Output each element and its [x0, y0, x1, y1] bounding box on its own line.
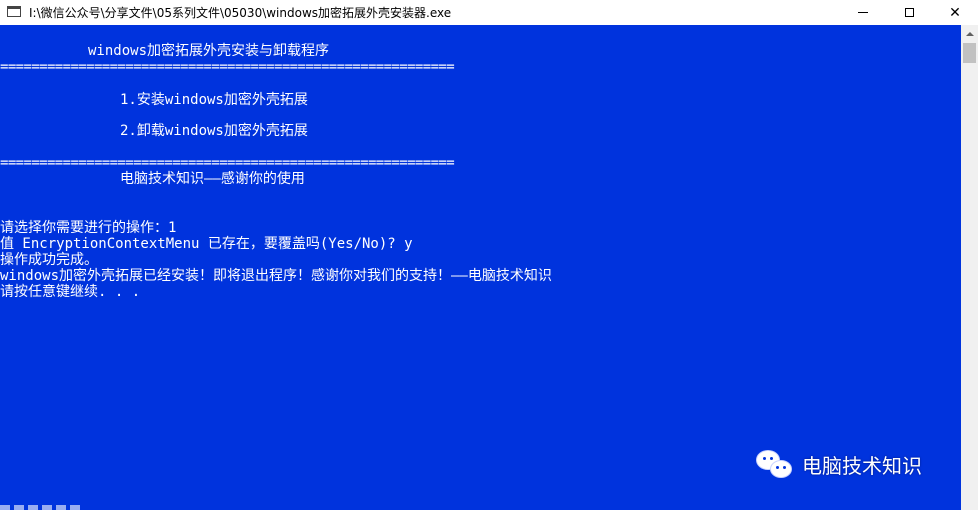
- vertical-scrollbar[interactable]: [961, 25, 978, 510]
- bottom-text-fragment: [0, 505, 80, 510]
- footer-thanks: 电脑技术知识——感谢你的使用: [120, 171, 305, 187]
- separator-bottom: ========================================…: [0, 155, 455, 171]
- title-bar[interactable]: I:\微信公众号\分享文件\05系列文件\05030\windows加密拓展外壳…: [0, 0, 978, 25]
- minimize-icon: [858, 12, 868, 13]
- window-title: I:\微信公众号\分享文件\05系列文件\05030\windows加密拓展外壳…: [29, 6, 452, 20]
- wechat-icon: [756, 448, 796, 480]
- maximize-icon: [904, 8, 914, 17]
- menu-option-uninstall: 2.卸载windows加密外壳拓展: [120, 123, 308, 139]
- watermark-text: 电脑技术知识: [802, 453, 922, 478]
- maximize-button[interactable]: [886, 0, 932, 25]
- close-icon: ✕: [949, 4, 961, 21]
- separator-top: ========================================…: [0, 59, 455, 75]
- minimize-button[interactable]: [840, 0, 886, 25]
- overwrite-line: 值 EncryptionContextMenu 已存在，要覆盖吗(Yes/No)…: [0, 236, 413, 252]
- scroll-up-button[interactable]: [961, 25, 978, 42]
- success-line: 操作成功完成。: [0, 252, 98, 268]
- console-app-icon[interactable]: [7, 6, 21, 17]
- menu-option-install: 1.安装windows加密外壳拓展: [120, 92, 308, 108]
- watermark: 电脑技术知识: [756, 448, 922, 480]
- close-button[interactable]: ✕: [932, 0, 978, 25]
- header-title: windows加密拓展外壳安装与卸载程序: [88, 43, 330, 59]
- prompt-line: 请选择你需要进行的操作：1: [0, 220, 177, 236]
- console-output[interactable]: windows加密拓展外壳安装与卸载程序 ===================…: [0, 25, 961, 510]
- scroll-thumb[interactable]: [963, 43, 976, 63]
- press-key-line: 请按任意键继续. . .: [0, 284, 141, 300]
- installed-line: windows加密外壳拓展已经安装！即将退出程序！感谢你对我们的支持！——电脑技…: [0, 268, 552, 284]
